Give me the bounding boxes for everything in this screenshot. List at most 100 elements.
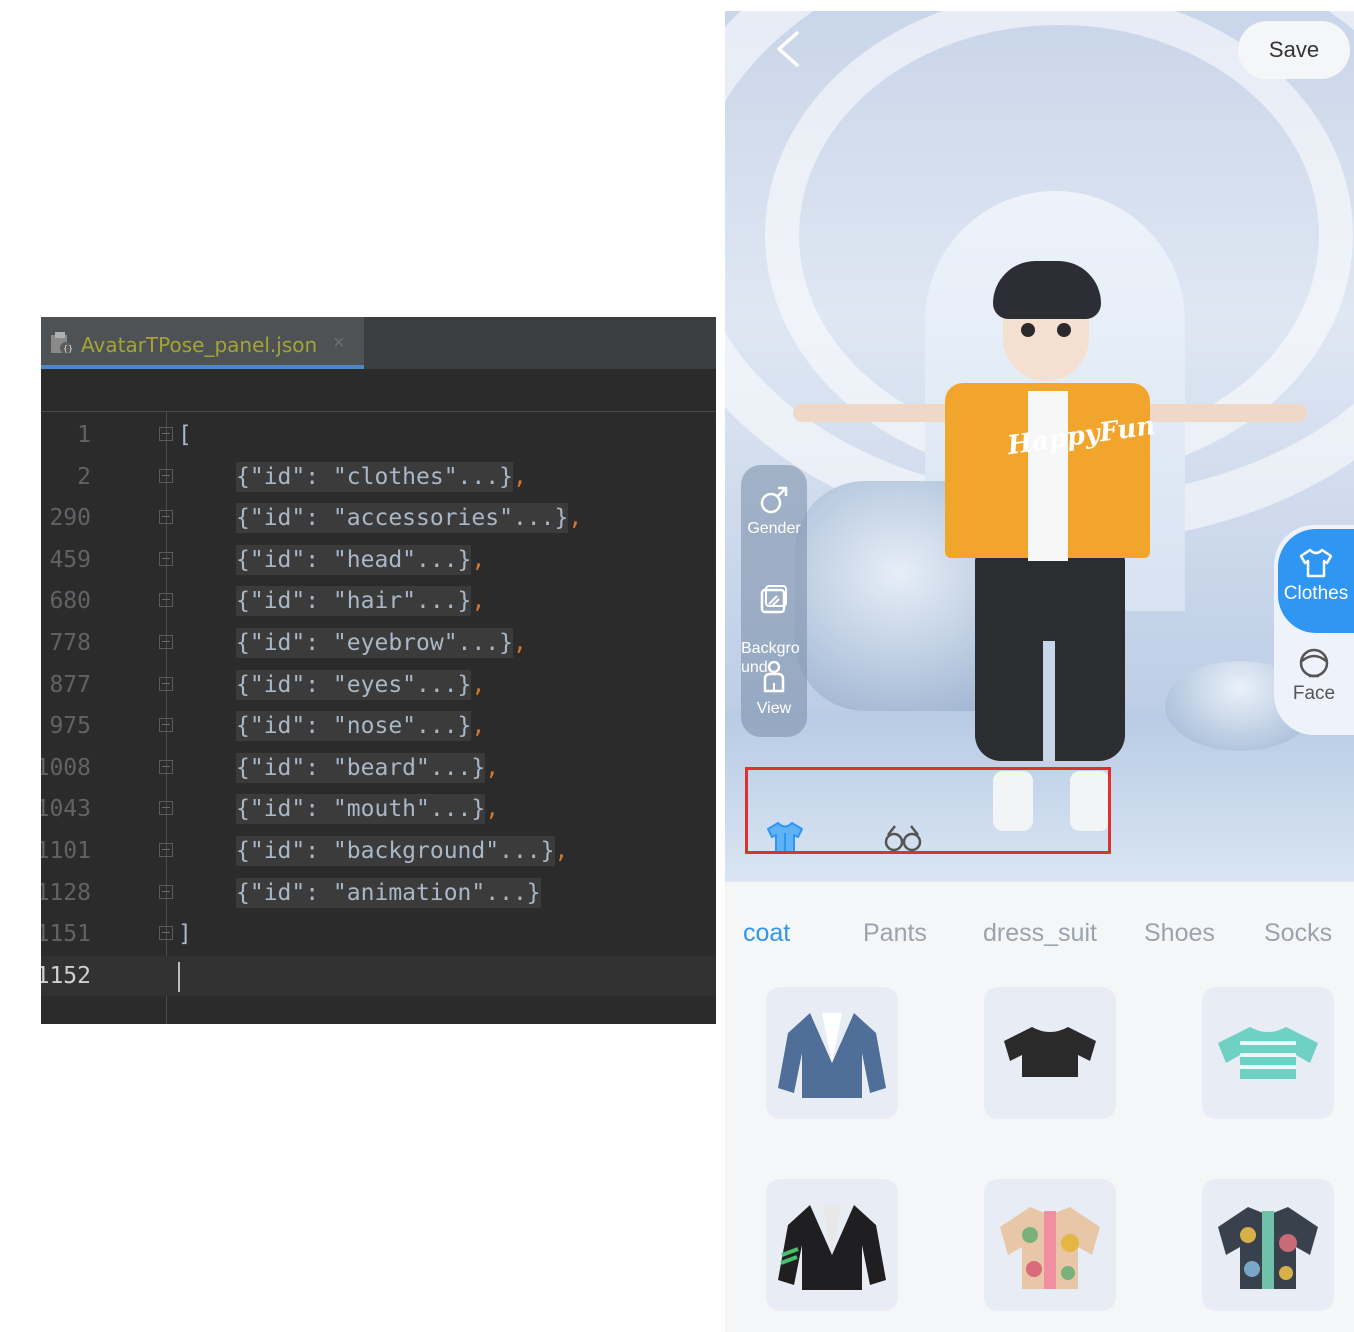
fold-toggle-icon[interactable] [159,843,173,857]
line-number: 877 [49,671,91,698]
svg-text:{}: {} [63,344,73,353]
tee-icon [1004,1027,1096,1077]
fold-toggle-icon[interactable] [159,759,173,774]
code-comma: , [485,754,500,781]
code-line[interactable]: 1008 {"id": "beard"...}, [41,748,716,788]
code-line[interactable]: 680 {"id": "hair"...}, [41,581,716,621]
subtab-shoes[interactable]: Shoes [1144,919,1215,948]
clothes-label: Clothes [1283,583,1349,604]
clothing-item-floral-shirt-dark[interactable] [1202,1179,1334,1311]
fold-toggle-icon[interactable] [159,635,173,649]
clothing-item-black-crop-tee[interactable] [984,987,1116,1119]
right-tool-panel: Clothes Face [1274,525,1354,735]
code-text: {"id": "accessories"...} [236,503,569,534]
code-editor: {} AvatarTPose_panel.json × 1[ 2 {"id": "c… [41,317,716,1024]
background-icon [760,585,787,614]
avatar-scene[interactable]: HappyFun Save Gender Backgro und View Cl… [725,11,1354,881]
fold-toggle-icon[interactable] [159,801,173,816]
line-number: 1 [77,422,91,448]
code-text: {"id": "mouth"...} [236,794,486,825]
avatar-eye-right [1057,323,1071,337]
code-comma: , [471,546,486,573]
clothing-item-blue-blazer[interactable] [766,987,898,1119]
code-line[interactable]: 1151] [41,914,716,954]
pants-gap [1043,641,1055,761]
code-line[interactable]: 975 {"id": "nose"...}, [41,706,716,746]
code-text: ] [178,921,192,948]
code-line[interactable]: 778 {"id": "eyebrow"...}, [41,623,716,663]
code-text: {"id": "head"...} [236,544,472,575]
view-button[interactable]: View [741,661,807,718]
subtab-socks[interactable]: Socks [1264,919,1332,948]
face-label: Face [1292,683,1336,704]
striped-tee-icon [1218,1027,1318,1079]
code-line[interactable]: 1101 {"id": "background"...}, [41,831,716,871]
line-number: 1152 [41,962,91,989]
code-comma: , [568,505,583,532]
code-text: {"id": "eyebrow"...} [236,628,513,658]
code-line[interactable]: 877 {"id": "eyes"...}, [41,665,716,705]
code-line[interactable]: 1043 {"id": "mouth"...}, [41,789,716,829]
line-number: 459 [49,546,91,573]
fold-toggle-icon[interactable] [159,593,173,608]
code-text: {"id": "clothes"...} [236,461,513,492]
close-icon[interactable]: × [333,332,345,355]
avatar-undershirt [1028,391,1068,561]
person-view-icon [763,661,785,693]
line-number: 1151 [41,921,91,948]
code-text: {"id": "eyes"...} [236,669,472,700]
blazer-icon [778,1013,886,1098]
code-line[interactable]: 2 {"id": "clothes"...}, [41,457,716,497]
fold-toggle-icon[interactable] [159,551,173,566]
tshirt-icon [1299,548,1333,578]
editor-tab-bar: {} AvatarTPose_panel.json × [41,317,716,369]
subtab-pants[interactable]: Pants [863,919,927,948]
clothes-button[interactable]: Clothes [1278,529,1354,633]
fold-toggle-icon[interactable] [159,926,173,941]
code-line[interactable]: 1128 {"id": "animation"...} [41,873,716,913]
fold-toggle-icon[interactable] [159,676,173,691]
back-arrow-icon[interactable] [771,29,811,69]
text-caret [178,961,180,992]
code-line[interactable]: 459 {"id": "head"...}, [41,540,716,580]
line-number: 1101 [41,838,91,864]
face-button[interactable]: Face [1274,647,1354,705]
code-comma: , [471,671,486,698]
code-comma: , [513,463,527,490]
code-line[interactable]: 290 {"id": "accessories"...}, [41,498,716,538]
code-comma: , [554,838,569,864]
panel-divider [725,881,1354,882]
view-label: View [756,700,792,717]
line-number: 1043 [41,796,91,823]
gender-button[interactable]: Gender [741,485,807,538]
avatar-eye-left [1021,323,1035,337]
subtab-coat[interactable]: coat [743,919,790,948]
fold-toggle-icon[interactable] [159,468,173,483]
fold-toggle-icon[interactable] [159,718,173,733]
clothing-item-floral-shirt-light[interactable] [984,1179,1116,1311]
clothing-item-striped-crop-tee[interactable] [1202,987,1334,1119]
save-button[interactable]: Save [1238,21,1350,79]
code-text: {"id": "animation"...} [236,877,541,908]
clothing-item-black-racing-jacket[interactable] [766,1179,898,1311]
json-file-icon: {} [51,332,73,354]
avatar-editor-app: HappyFun Save Gender Backgro und View Cl… [725,11,1354,1332]
left-tool-panel: Gender Backgro und View [741,465,807,737]
code-line[interactable]: 1[ [41,415,716,455]
line-number: 2 [77,463,91,490]
avatar-model[interactable]: HappyFun [785,261,1325,841]
subtab-dress-suit[interactable]: dress_suit [983,919,1097,948]
fold-toggle-icon[interactable] [159,510,173,525]
code-text: {"id": "background"...} [236,836,555,866]
code-text: {"id": "beard"...} [236,752,486,783]
line-number: 778 [49,630,91,656]
floral-shirt-icon [1000,1207,1100,1289]
editor-tab[interactable]: {} AvatarTPose_panel.json × [41,317,364,369]
line-number: 1128 [41,879,91,906]
fold-toggle-icon[interactable] [159,884,173,899]
highlight-box [745,767,1111,854]
jacket-icon [778,1205,886,1290]
code-line[interactable]: 1152 [41,955,716,996]
wardrobe-panel: coat Pants dress_suit Shoes Socks [725,881,1354,1332]
fold-toggle-icon[interactable] [159,427,173,441]
